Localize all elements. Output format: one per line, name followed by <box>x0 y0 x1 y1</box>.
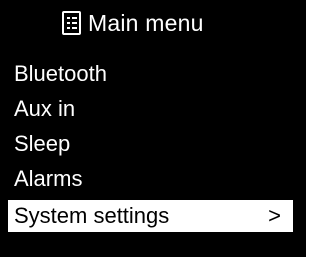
menu-item-label: Aux in <box>14 96 76 121</box>
menu-item-label: Sleep <box>14 131 71 156</box>
menu-item-alarms[interactable]: Alarms <box>0 161 306 196</box>
page-title: Main menu <box>88 10 204 36</box>
menu-item-sleep[interactable]: Sleep <box>0 126 306 161</box>
menu-item-aux-in[interactable]: Aux in <box>0 91 306 126</box>
menu-item-system-settings[interactable]: System settings > <box>8 200 293 232</box>
menu-item-label: Bluetooth <box>14 61 107 86</box>
menu-item-bluetooth[interactable]: Bluetooth <box>0 56 306 91</box>
menu-item-label: Alarms <box>14 166 83 191</box>
device-display: Main menu Bluetooth Aux in Sleep Alarms … <box>0 0 306 257</box>
menu-header: Main menu <box>0 0 306 48</box>
menu-item-label: System settings <box>14 203 170 228</box>
main-menu-list: Bluetooth Aux in Sleep Alarms System set… <box>0 56 306 232</box>
list-icon <box>62 11 81 35</box>
submenu-arrow-icon: > <box>268 203 281 228</box>
